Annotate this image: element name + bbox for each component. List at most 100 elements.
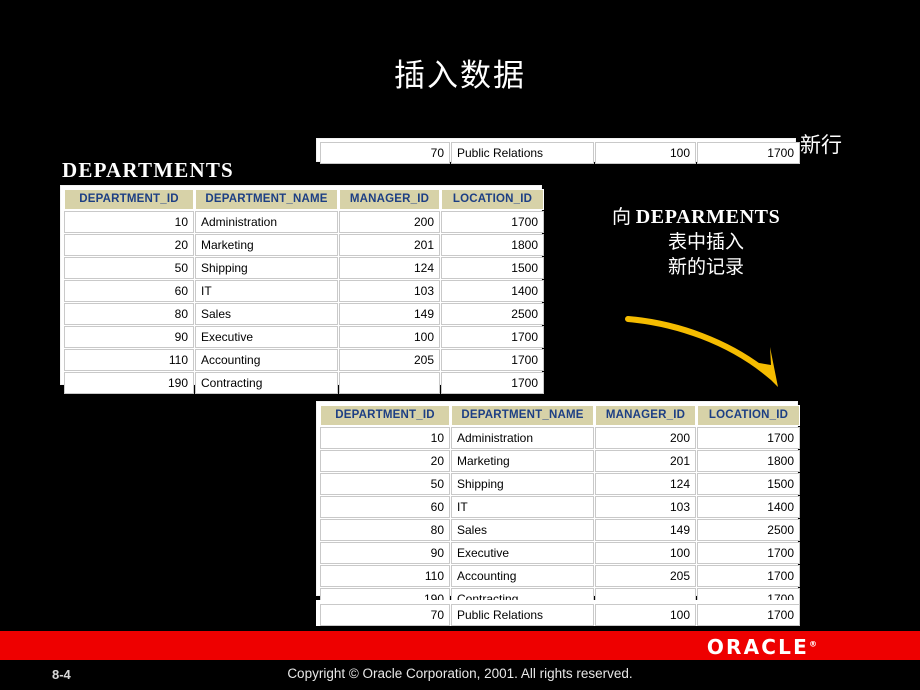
cell-manager-id: 201: [339, 234, 440, 256]
cell-department-name: Executive: [195, 326, 338, 348]
cell-location-id: 1700: [697, 565, 800, 587]
new-row-strip-top: 70 Public Relations 100 1700: [316, 138, 800, 164]
departments-table-before-body: 10 Administration 200 1700 20 Marketing …: [64, 211, 544, 394]
cell-department-name: Shipping: [195, 257, 338, 279]
cell-department-id: 10: [64, 211, 194, 233]
cell-location-id: 1800: [441, 234, 544, 256]
insert-note-line-3: 新的记录: [667, 256, 744, 278]
curved-arrow-icon: [625, 316, 778, 387]
cell-manager-id: 103: [595, 496, 696, 518]
table-row: 80 Sales 149 2500: [64, 303, 544, 325]
cell-location-id: 1700: [697, 604, 800, 626]
cell-location-id: 1700: [697, 427, 800, 449]
table-row: 20 Marketing 201 1800: [320, 450, 800, 472]
table-row: 50 Shipping 124 1500: [64, 257, 544, 279]
cell-department-id: 20: [64, 234, 194, 256]
cell-location-id: 1700: [441, 349, 544, 371]
cell-department-name: Accounting: [195, 349, 338, 371]
registered-mark-icon: ®: [809, 639, 817, 649]
table-row: 50 Shipping 124 1500: [320, 473, 800, 495]
cell-department-name: Administration: [451, 427, 594, 449]
cell-department-name: Sales: [451, 519, 594, 541]
cell-location-id: 1700: [441, 211, 544, 233]
cell-department-id: 90: [320, 542, 450, 564]
table-row: 110 Accounting 205 1700: [320, 565, 800, 587]
cell-location-id: 1700: [697, 142, 800, 164]
cell-department-id: 80: [320, 519, 450, 541]
cell-manager-id: 100: [339, 326, 440, 348]
table-row: 10 Administration 200 1700: [64, 211, 544, 233]
cell-manager-id: 124: [595, 473, 696, 495]
cell-location-id: 2500: [697, 519, 800, 541]
cell-manager-id: 205: [595, 565, 696, 587]
table-header-row: DEPARTMENT_ID DEPARTMENT_NAME MANAGER_ID…: [64, 189, 544, 210]
cell-department-id: 190: [64, 372, 194, 394]
cell-department-name: IT: [195, 280, 338, 302]
slide-canvas: 插入数据 70 Public Relations 100 1700 新行 DEP…: [0, 0, 920, 690]
cell-department-id: 50: [320, 473, 450, 495]
cell-department-name: Administration: [195, 211, 338, 233]
cell-department-name: Marketing: [195, 234, 338, 256]
cell-manager-id: 100: [595, 604, 696, 626]
cell-manager-id: 149: [595, 519, 696, 541]
copyright-notice: Copyright © Oracle Corporation, 2001. Al…: [287, 666, 633, 681]
departments-caption: DEPARTMENTS: [62, 158, 234, 182]
insert-note-cjk-prefix: 向: [612, 206, 632, 228]
cell-location-id: 2500: [441, 303, 544, 325]
column-header-location-id: LOCATION_ID: [441, 189, 544, 210]
insert-note-line-1: 向 DEPARMENTS: [612, 205, 862, 230]
oracle-logo-text: ORACLE: [706, 635, 809, 659]
cell-department-name: Marketing: [451, 450, 594, 472]
column-header-department-name: DEPARTMENT_NAME: [451, 405, 594, 426]
cell-department-id: 60: [64, 280, 194, 302]
departments-table-before-grid: DEPARTMENT_ID DEPARTMENT_NAME MANAGER_ID…: [63, 188, 545, 395]
table-row: 70 Public Relations 100 1700: [320, 142, 800, 164]
cell-location-id: 1400: [697, 496, 800, 518]
departments-table-before: DEPARTMENT_ID DEPARTMENT_NAME MANAGER_ID…: [60, 185, 544, 394]
cell-department-id: 110: [320, 565, 450, 587]
column-header-department-name: DEPARTMENT_NAME: [195, 189, 338, 210]
cell-department-name: IT: [451, 496, 594, 518]
insert-note-line-2: 表中插入: [667, 231, 744, 253]
cell-department-id: 110: [64, 349, 194, 371]
table-row: 190 Contracting 1700: [64, 372, 544, 394]
page-title: 插入数据: [394, 58, 526, 94]
column-header-department-id: DEPARTMENT_ID: [64, 189, 194, 210]
cell-department-name: Contracting: [195, 372, 338, 394]
cell-department-id: 70: [320, 604, 450, 626]
cell-department-id: 70: [320, 142, 450, 164]
cell-department-name: Public Relations: [451, 604, 594, 626]
cell-manager-id: 149: [339, 303, 440, 325]
cell-department-id: 20: [320, 450, 450, 472]
oracle-logo: ORACLE®: [707, 635, 817, 659]
table-row: 20 Marketing 201 1800: [64, 234, 544, 256]
cell-location-id: 1400: [441, 280, 544, 302]
table-row: 90 Executive 100 1700: [320, 542, 800, 564]
cell-department-id: 10: [320, 427, 450, 449]
departments-table-after-body: 10 Administration 200 1700 20 Marketing …: [320, 427, 800, 610]
departments-table-after: DEPARTMENT_ID DEPARTMENT_NAME MANAGER_ID…: [316, 401, 800, 610]
cell-location-id: 1500: [441, 257, 544, 279]
cell-department-name: Public Relations: [451, 142, 594, 164]
cell-department-id: 60: [320, 496, 450, 518]
table-row: 80 Sales 149 2500: [320, 519, 800, 541]
cell-department-id: 50: [64, 257, 194, 279]
cell-location-id: 1800: [697, 450, 800, 472]
cell-location-id: 1700: [697, 542, 800, 564]
insert-note-table-name: DEPARMENTS: [635, 206, 781, 228]
table-row: 10 Administration 200 1700: [320, 427, 800, 449]
cell-manager-id: 205: [339, 349, 440, 371]
column-header-department-id: DEPARTMENT_ID: [320, 405, 450, 426]
cell-manager-id: [339, 372, 440, 394]
cell-location-id: 1700: [441, 326, 544, 348]
cell-department-name: Sales: [195, 303, 338, 325]
new-row-label: 新行: [800, 133, 842, 157]
cell-department-id: 80: [64, 303, 194, 325]
cell-manager-id: 201: [595, 450, 696, 472]
new-row-table-bottom: 70 Public Relations 100 1700: [319, 603, 801, 627]
cell-manager-id: 200: [339, 211, 440, 233]
cell-department-name: Executive: [451, 542, 594, 564]
table-header-row: DEPARTMENT_ID DEPARTMENT_NAME MANAGER_ID…: [320, 405, 800, 426]
cell-department-name: Shipping: [451, 473, 594, 495]
cell-department-id: 90: [64, 326, 194, 348]
